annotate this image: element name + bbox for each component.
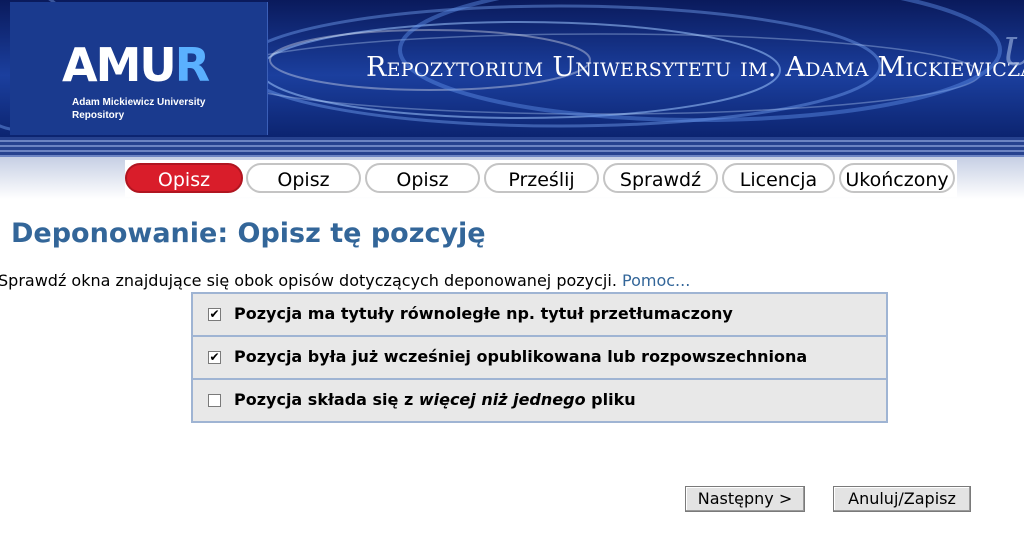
step-license[interactable]: Licencja [722,163,835,193]
next-button[interactable]: Następny > [685,486,805,512]
logo-main: AMU [62,38,177,92]
intro-text: Sprawdź okna znajdujące się obok opisów … [0,271,690,290]
option-text-before: Pozycja składa się z [234,390,419,409]
checkbox-previously-published[interactable]: ✔ [208,351,221,364]
logo-subtitle: Adam Mickiewicz University Repository [72,96,205,122]
logo[interactable]: AMUR Adam Mickiewicz University Reposito… [10,2,268,135]
option-label: Pozycja ma tytuły równoległe np. tytuł p… [234,304,733,323]
option-text-after: pliku [585,390,636,409]
describe-options: ✔ Pozycja ma tytuły równoległe np. tytuł… [191,292,888,423]
option-multiple-files: Pozycja składa się z więcej niż jednego … [193,378,886,421]
step-verify[interactable]: Sprawdź [603,163,718,193]
checkbox-multiple-files[interactable] [208,394,221,407]
check-mark-icon: ✔ [209,307,220,321]
page-title: Deponowanie: Opisz tę pozcyję [11,218,486,249]
cancel-save-button[interactable]: Anuluj/Zapisz [833,486,971,512]
logo-line2: Repository [72,110,125,121]
logo-r: R [174,38,210,92]
step-complete[interactable]: Ukończony [839,163,955,193]
intro-sentence: Sprawdź okna znajdujące się obok opisów … [0,271,617,290]
help-link[interactable]: Pomoc... [622,271,690,290]
site-header: AMUR Adam Mickiewicz University Reposito… [0,0,1024,137]
step-describe-2[interactable]: Opisz [246,163,361,193]
header-stripes [0,137,1024,157]
option-parallel-titles: ✔ Pozycja ma tytuły równoległe np. tytuł… [193,294,886,335]
step-upload[interactable]: Prześlij [484,163,599,193]
option-previously-published: ✔ Pozycja była już wcześniej opublikowan… [193,335,886,378]
step-describe-3[interactable]: Opisz [365,163,480,193]
banner-right-fragment: U [1002,30,1024,74]
banner-title: Repozytorium Uniwersytetu im. Adama Mick… [366,52,1024,83]
option-text-italic: więcej niż jednego [418,390,586,409]
logo-wordmark: AMUR [62,38,210,92]
step-describe-1[interactable]: Opisz [125,163,243,193]
checkbox-parallel-titles[interactable]: ✔ [208,308,221,321]
check-mark-icon: ✔ [209,350,220,364]
logo-line1: Adam Mickiewicz University [72,97,206,108]
option-label: Pozycja składa się z więcej niż jednego … [234,390,636,409]
progress-steps: Opisz Opisz Opisz Prześlij Sprawdź Licen… [125,160,957,197]
option-label: Pozycja była już wcześniej opublikowana … [234,347,808,366]
